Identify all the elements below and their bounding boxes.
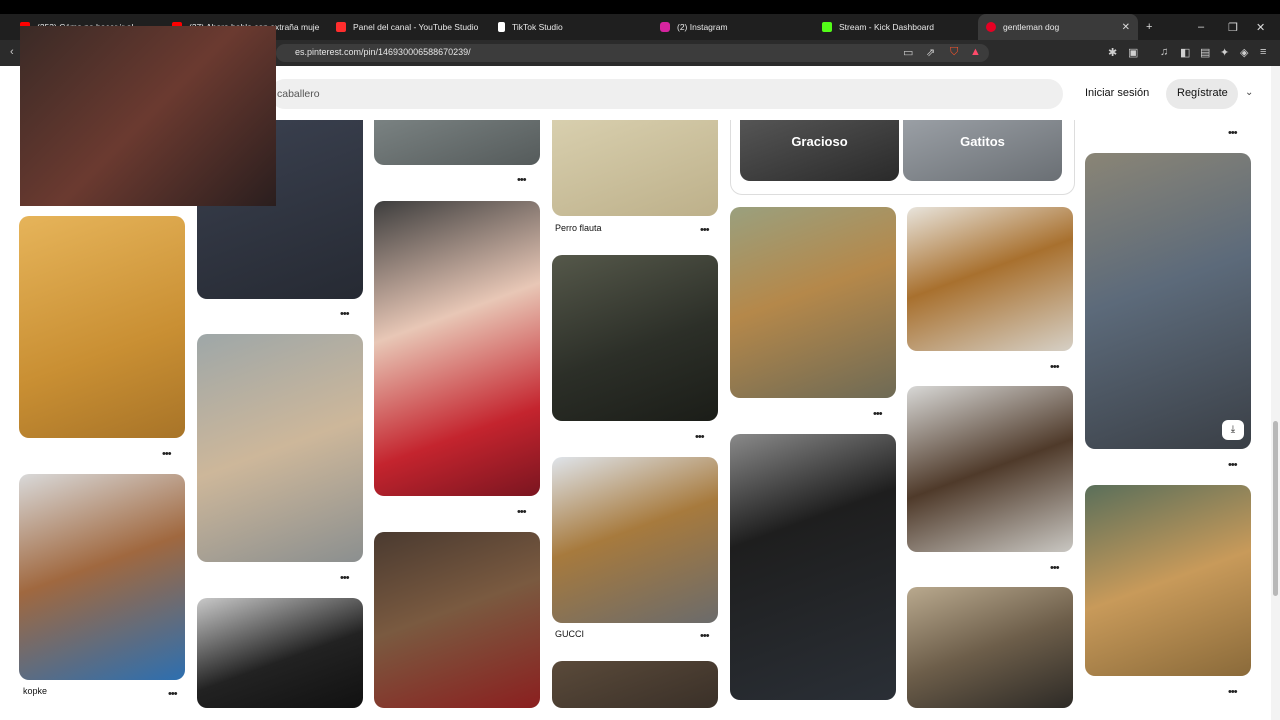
more-dots-icon[interactable]: ••• xyxy=(700,630,710,642)
tab-tiktok[interactable]: TikTok Studio xyxy=(498,14,648,40)
screenshot-icon[interactable]: ▣ xyxy=(1128,46,1138,59)
pin-caption: Perro flauta xyxy=(555,223,602,233)
more-dots-icon[interactable]: ••• xyxy=(162,448,172,460)
back-icon[interactable]: ‹ xyxy=(10,46,14,58)
tab-youtube-studio[interactable]: Panel del canal - YouTube Studio xyxy=(336,14,486,40)
pinterest-icon xyxy=(986,22,996,32)
pin-wolf[interactable] xyxy=(552,661,718,708)
url-text: es.pinterest.com/pin/146930006588670239/ xyxy=(295,47,471,57)
topic-label: Gracioso xyxy=(791,134,848,149)
pin-gucci-lion[interactable] xyxy=(552,457,718,623)
more-dots-icon[interactable]: ••• xyxy=(168,688,178,700)
leo-icon[interactable]: ✦ xyxy=(1220,46,1229,59)
page-scrollbar[interactable] xyxy=(1271,66,1280,720)
pin-caption: kopke xyxy=(23,686,48,696)
pin-strawberry-dog[interactable] xyxy=(374,201,540,496)
brave-shield-icon[interactable]: ⛉ xyxy=(950,46,958,59)
login-button[interactable]: Iniciar sesión xyxy=(1085,87,1149,99)
youtube-studio-icon xyxy=(336,22,346,32)
more-dots-icon[interactable]: ••• xyxy=(1050,361,1060,373)
pin-donkey[interactable] xyxy=(1085,153,1251,449)
tab-kick[interactable]: Stream - Kick Dashboard xyxy=(822,14,974,40)
pin-black-dog[interactable] xyxy=(730,434,896,700)
pin-bear-haircut[interactable] xyxy=(907,386,1073,552)
topic-gatitos[interactable]: Gatitos xyxy=(903,120,1062,181)
share-icon[interactable]: ⇗ xyxy=(926,46,935,59)
tab-4-label: TikTok Studio xyxy=(512,22,563,32)
pin-kitchen-dog[interactable] xyxy=(907,587,1073,708)
music-icon[interactable]: ♫ xyxy=(1160,46,1168,58)
pin-eyebrow-dog[interactable] xyxy=(1085,485,1251,676)
pin-top-c3[interactable] xyxy=(374,120,540,165)
minimize-icon[interactable]: – xyxy=(1198,14,1204,40)
kick-icon xyxy=(822,22,832,32)
more-dots-icon[interactable]: ••• xyxy=(517,174,527,186)
register-button[interactable]: Regístrate xyxy=(1166,79,1238,109)
webcam-overlay xyxy=(20,26,276,206)
more-dots-icon[interactable]: ••• xyxy=(1228,459,1238,471)
download-icon[interactable]: ⤓ xyxy=(1222,420,1244,440)
more-dots-icon[interactable]: ••• xyxy=(1228,127,1238,139)
more-dots-icon[interactable]: ••• xyxy=(1228,686,1238,698)
brave-rewards-icon[interactable]: ▲ xyxy=(970,46,981,58)
plus-icon[interactable]: + xyxy=(1146,14,1152,40)
menu-icon[interactable]: ≡ xyxy=(1260,46,1266,58)
chevron-down-icon[interactable]: ⌄ xyxy=(1245,87,1253,98)
tiktok-icon xyxy=(498,22,505,32)
instagram-icon xyxy=(660,22,670,32)
more-dots-icon[interactable]: ••• xyxy=(700,224,710,236)
wallet-icon[interactable]: ▤ xyxy=(1200,46,1210,59)
window-close-icon[interactable]: ✕ xyxy=(1256,14,1265,40)
tab-7-label: gentleman dog xyxy=(1003,22,1060,32)
tab-5-label: (2) Instagram xyxy=(677,22,728,32)
more-dots-icon[interactable]: ••• xyxy=(873,408,883,420)
pin-fat-dog[interactable] xyxy=(197,334,363,562)
pin-lion[interactable] xyxy=(730,207,896,398)
sidebar-icon[interactable]: ◧ xyxy=(1180,46,1190,59)
search-placeholder: caballero xyxy=(277,88,320,100)
more-dots-icon[interactable]: ••• xyxy=(695,431,705,443)
extensions-icon[interactable]: ✱ xyxy=(1108,46,1117,59)
pin-giraffe[interactable] xyxy=(19,216,185,438)
pin-curly-lion[interactable] xyxy=(907,207,1073,351)
more-dots-icon[interactable]: ••• xyxy=(340,572,350,584)
install-icon[interactable]: ▭ xyxy=(903,46,913,59)
pin-fur-hat-dog[interactable] xyxy=(197,598,363,708)
close-icon[interactable]: ✕ xyxy=(1122,22,1130,33)
scrollbar-thumb[interactable] xyxy=(1273,421,1278,596)
address-bar[interactable]: es.pinterest.com/pin/146930006588670239/ xyxy=(276,44,989,62)
pin-perro-flauta[interactable] xyxy=(552,120,718,216)
topic-gracioso[interactable]: Gracioso xyxy=(740,120,899,181)
tab-6-label: Stream - Kick Dashboard xyxy=(839,22,934,32)
tab-instagram[interactable]: (2) Instagram xyxy=(660,14,810,40)
search-input[interactable]: caballero xyxy=(270,79,1063,109)
tab-gentleman-dog[interactable]: gentleman dog ✕ xyxy=(978,14,1138,40)
vpn-icon[interactable]: ◈ xyxy=(1240,46,1248,59)
pin-caption: GUCCI xyxy=(555,629,584,639)
pin-military-dog[interactable] xyxy=(552,255,718,421)
tab-3-label: Panel del canal - YouTube Studio xyxy=(353,22,479,32)
more-dots-icon[interactable]: ••• xyxy=(517,506,527,518)
more-dots-icon[interactable]: ••• xyxy=(340,308,350,320)
topic-label: Gatitos xyxy=(960,134,1005,149)
register-label: Regístrate xyxy=(1177,87,1228,99)
top-strip xyxy=(0,0,1280,14)
restore-icon[interactable]: ❐ xyxy=(1228,14,1238,40)
pin-dog-redhair[interactable] xyxy=(374,532,540,708)
more-dots-icon[interactable]: ••• xyxy=(1050,562,1060,574)
pin-dachshund[interactable] xyxy=(19,474,185,680)
